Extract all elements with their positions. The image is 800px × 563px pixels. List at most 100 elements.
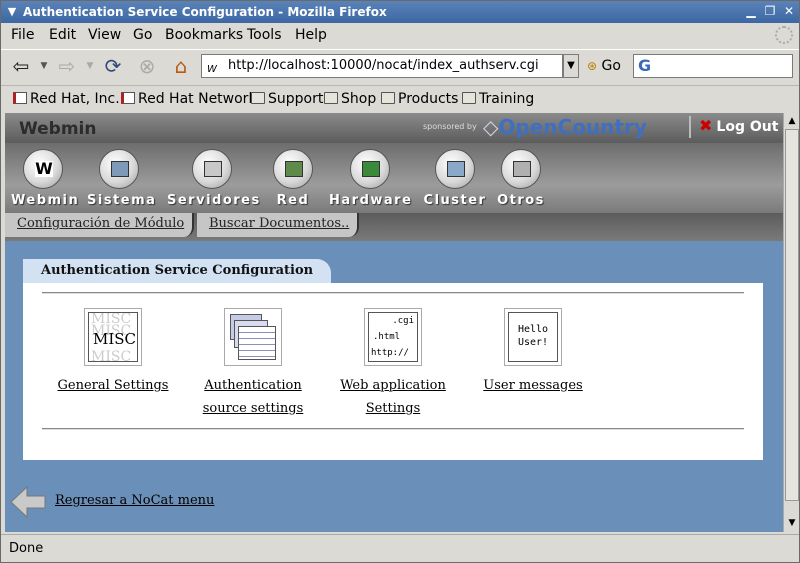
category-label: Servidores: [167, 193, 261, 208]
home-icon[interactable]: ⌂: [169, 54, 193, 78]
close-icon[interactable]: ✕: [781, 4, 797, 20]
category-label: Hardware: [329, 193, 413, 208]
folder-icon: [462, 92, 476, 104]
module-label-line1: Authentication: [204, 378, 302, 393]
minimize-icon[interactable]: ▁: [743, 4, 759, 20]
stop-icon[interactable]: ⊗: [135, 54, 159, 78]
menu-go[interactable]: Go: [133, 27, 152, 43]
circuit-board-icon: [350, 149, 390, 189]
spreadsheet-icon: [224, 308, 282, 366]
folder-icon: [381, 92, 395, 104]
page-content: Webmin sponsored by ◇OpenCountry ✖ Log Ou…: [5, 113, 783, 532]
category-label: Webmin: [11, 193, 80, 208]
bookmark-training[interactable]: Training: [462, 91, 534, 107]
url-dropdown-icon[interactable]: ▼: [563, 54, 579, 78]
go-button[interactable]: ⊛ Go: [587, 58, 621, 74]
module-tab-bar: Configuración de Módulo Buscar Documento…: [5, 213, 783, 241]
title-bar: ▼ Authentication Service Configuration -…: [1, 1, 799, 23]
back-dropdown-icon[interactable]: ▼: [39, 54, 49, 78]
category-servidores[interactable]: Servidores: [167, 149, 261, 208]
module-user-messages[interactable]: Hello User! User messages: [468, 308, 598, 397]
bookmark-label: Shop: [341, 91, 377, 107]
menu-bookmarks[interactable]: Bookmarks: [165, 27, 243, 43]
divider: [42, 428, 744, 430]
category-label: Otros: [497, 193, 545, 208]
module-label: General Settings: [48, 374, 178, 397]
bookmark-label: Red Hat Network: [138, 91, 257, 107]
forward-dropdown-icon[interactable]: ▼: [85, 54, 95, 78]
go-label: Go: [601, 58, 621, 74]
browser-window: ▼ Authentication Service Configuration -…: [0, 0, 800, 563]
bookmark-label: Products: [398, 91, 459, 107]
category-cluster[interactable]: Cluster: [423, 149, 487, 208]
google-search-icon: G: [638, 56, 652, 75]
bookmark-label: Red Hat, Inc.: [30, 91, 120, 107]
module-authentication-source[interactable]: Authentication source settings: [188, 308, 318, 420]
search-input[interactable]: G: [633, 54, 793, 78]
icon-text: User!: [517, 337, 549, 348]
forward-icon[interactable]: ⇨: [55, 54, 79, 78]
opencountry-logo[interactable]: ◇OpenCountry: [483, 115, 647, 139]
page-title: Authentication Service Configuration: [23, 259, 332, 285]
webmin-header: Webmin sponsored by ◇OpenCountry ✖ Log Ou…: [5, 113, 783, 143]
page-icon: [13, 92, 27, 104]
bookmarks-toolbar: Red Hat, Inc. Red Hat Network Support Sh…: [1, 85, 799, 111]
back-icon[interactable]: ⇦: [9, 54, 33, 78]
window-title: Authentication Service Configuration - M…: [23, 5, 387, 19]
bookmark-support[interactable]: Support: [251, 91, 323, 107]
vertical-scrollbar[interactable]: ▲ ▼: [783, 113, 799, 532]
back-arrow-icon[interactable]: [11, 485, 47, 519]
menu-edit[interactable]: Edit: [49, 27, 76, 43]
menu-bar: File Edit View Go Bookmarks Tools Help: [1, 23, 799, 47]
module-label-line2: source settings: [202, 401, 304, 416]
bookmark-shop[interactable]: Shop: [324, 91, 376, 107]
status-text: Done: [9, 541, 44, 556]
navigation-toolbar: ⇦ ▼ ⇨ ▼ ⟳ ⊗ ⌂ W http://localhost:10000/n…: [1, 49, 799, 81]
cluster-icon: [435, 149, 475, 189]
module-label-line2: Settings: [365, 401, 421, 416]
sponsor-name: OpenCountry: [498, 115, 647, 139]
url-bar[interactable]: W http://localhost:10000/nocat/index_aut…: [201, 54, 563, 78]
scroll-thumb[interactable]: [785, 129, 799, 501]
category-otros[interactable]: Otros: [495, 149, 547, 208]
icon-text: Hello: [517, 324, 549, 335]
status-bar: Done: [1, 534, 799, 562]
search-docs-link[interactable]: Buscar Documentos..: [197, 213, 360, 237]
menu-tools[interactable]: Tools: [247, 27, 282, 43]
web-code-icon: .cgi .html http://: [364, 308, 422, 366]
icon-text: .html: [373, 332, 401, 342]
category-sistema[interactable]: Sistema: [87, 149, 157, 208]
site-favicon-icon: W: [207, 64, 217, 75]
bookmark-redhat-inc[interactable]: Red Hat, Inc.: [13, 91, 120, 107]
category-red[interactable]: Red: [267, 149, 319, 208]
menu-help[interactable]: Help: [295, 27, 327, 43]
category-hardware[interactable]: Hardware: [329, 149, 411, 208]
category-webmin[interactable]: W Webmin: [11, 149, 80, 208]
webmin-logo[interactable]: Webmin: [19, 119, 97, 139]
module-label: Authentication source settings: [188, 374, 318, 420]
menu-view[interactable]: View: [88, 27, 121, 43]
category-label: Cluster: [423, 193, 487, 208]
scroll-down-icon[interactable]: ▼: [786, 517, 798, 529]
module-web-application[interactable]: .cgi .html http:// Web application Settin…: [328, 308, 458, 420]
go-arrow-icon: ⊛: [587, 59, 598, 73]
category-bar: W Webmin Sistema Servidores Red Hardware: [5, 143, 783, 213]
module-panel: MISC MISC MISC MISC General Settings Auth…: [23, 283, 763, 460]
opencountry-mark-icon: ◇: [483, 115, 499, 139]
page-icon: [121, 92, 135, 104]
bookmark-redhat-network[interactable]: Red Hat Network: [121, 91, 257, 107]
category-label: Sistema: [87, 193, 157, 208]
bookmark-products[interactable]: Products: [381, 91, 458, 107]
logout-icon: ✖: [699, 116, 713, 135]
scroll-up-icon[interactable]: ▲: [786, 115, 798, 127]
logout-button[interactable]: ✖ Log Out: [689, 116, 778, 138]
user-messages-icon: Hello User!: [504, 308, 562, 366]
maximize-icon[interactable]: ❐: [762, 4, 778, 20]
menu-file[interactable]: File: [11, 27, 34, 43]
reload-icon[interactable]: ⟳: [101, 54, 125, 78]
window-menu-icon[interactable]: ▼: [4, 4, 20, 20]
module-config-link[interactable]: Configuración de Módulo: [5, 213, 195, 237]
module-general-settings[interactable]: MISC MISC MISC MISC General Settings: [48, 308, 178, 397]
back-link[interactable]: Regresar a NoCat menu: [55, 493, 214, 508]
module-label-line1: General Settings: [57, 378, 169, 393]
